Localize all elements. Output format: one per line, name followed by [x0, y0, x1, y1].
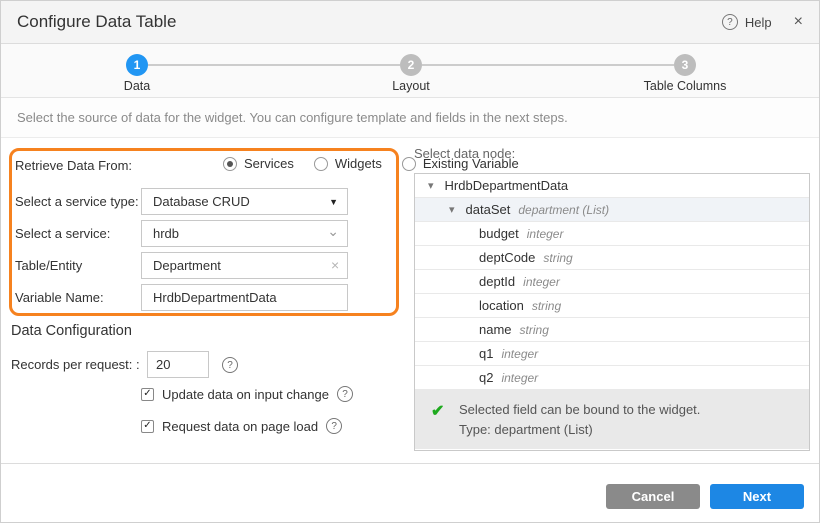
stepper-connector-1 [148, 64, 400, 66]
request-data-checkbox-row: ✓ Request data on page load ? [141, 418, 342, 434]
field-name: location [479, 298, 524, 313]
field-name: deptId [479, 274, 515, 289]
tree-node-field[interactable]: q2 integer [415, 366, 809, 390]
step-2-circle[interactable]: 2 [400, 54, 422, 76]
service-value: hrdb [153, 226, 179, 241]
close-icon[interactable]: × [794, 14, 803, 30]
tree-root-label: HrdbDepartmentData [445, 178, 569, 193]
radio-widgets-icon[interactable] [314, 157, 328, 171]
field-type: integer [523, 275, 560, 289]
wizard-stepper: 1 2 3 Data Layout Table Columns [1, 44, 819, 98]
tree-node-field[interactable]: location string [415, 294, 809, 318]
tree-node-field[interactable]: name string [415, 318, 809, 342]
step-description: Select the source of data for the widget… [1, 98, 819, 138]
stepper-connector-2 [422, 64, 674, 66]
data-configuration-heading: Data Configuration [11, 323, 132, 339]
field-name: q2 [479, 370, 493, 385]
radio-services-icon[interactable] [223, 157, 237, 171]
title-bar: Configure Data Table ? Help × [1, 1, 819, 44]
request-data-label: Request data on page load [162, 419, 318, 434]
radio-widgets-label: Widgets [335, 156, 382, 171]
field-name: budget [479, 226, 519, 241]
tree-node-dataset[interactable]: ▾ dataSet department (List) [415, 198, 809, 222]
update-data-checkbox[interactable]: ✓ [141, 388, 154, 401]
help-icon: ? [722, 14, 738, 30]
select-data-node-heading: Select data node: [414, 146, 515, 161]
request-data-help-icon[interactable]: ? [326, 418, 342, 434]
service-type-value: Database CRUD [153, 194, 250, 209]
tree-dataset-type: department (List) [518, 203, 609, 217]
records-help-icon[interactable]: ? [222, 357, 238, 373]
step-2-label: Layout [341, 79, 481, 93]
field-name: q1 [479, 346, 493, 361]
records-per-request-input[interactable] [147, 351, 209, 378]
field-type: string [532, 299, 561, 313]
step-3-circle[interactable]: 3 [674, 54, 696, 76]
clear-icon[interactable]: × [331, 257, 339, 273]
field-name: name [479, 322, 512, 337]
caret-down-icon[interactable]: ▾ [449, 203, 455, 216]
variable-name-input[interactable] [141, 284, 348, 311]
service-select[interactable]: hrdb ⌄ [141, 220, 348, 247]
tree-node-field[interactable]: budget integer [415, 222, 809, 246]
table-entity-label: Table/Entity [15, 258, 82, 273]
help-label: Help [745, 15, 772, 30]
step-1-circle[interactable]: 1 [126, 54, 148, 76]
records-per-request-label: Records per request: : [11, 357, 140, 372]
chevron-down-icon: ⌄ [327, 223, 339, 240]
field-type: string [543, 251, 572, 265]
field-type: integer [501, 347, 538, 361]
configure-data-table-dialog: Configure Data Table ? Help × 1 2 3 Data… [0, 0, 820, 523]
caret-down-icon[interactable]: ▾ [428, 179, 434, 192]
binding-status-message: ✔ Selected field can be bound to the wid… [415, 390, 809, 449]
tree-node-field[interactable]: deptId integer [415, 270, 809, 294]
dialog-footer: Cancel Next [1, 463, 819, 522]
service-type-select[interactable]: Database CRUD ▼ [141, 188, 348, 215]
radio-widgets[interactable]: Widgets [314, 156, 382, 171]
request-data-checkbox[interactable]: ✓ [141, 420, 154, 433]
cancel-button[interactable]: Cancel [606, 484, 700, 509]
check-icon: ✔ [431, 402, 444, 422]
variable-name-label: Variable Name: [15, 290, 104, 305]
field-type: integer [501, 371, 538, 385]
field-type: integer [527, 227, 564, 241]
tree-node-field[interactable]: deptCode string [415, 246, 809, 270]
main-content: Retrieve Data From: Services Widgets Exi… [1, 138, 819, 463]
next-button[interactable]: Next [710, 484, 804, 509]
data-node-tree: ▾ HrdbDepartmentData ▾ dataSet departmen… [414, 173, 810, 451]
binding-message-line2: Type: department (List) [459, 420, 799, 440]
update-data-checkbox-row: ✓ Update data on input change ? [141, 386, 353, 402]
field-name: deptCode [479, 250, 535, 265]
help-button[interactable]: ? Help [722, 14, 772, 30]
retrieve-data-from-label: Retrieve Data From: [15, 158, 132, 173]
step-3-label: Table Columns [615, 79, 755, 93]
table-entity-input[interactable] [141, 252, 348, 279]
update-data-help-icon[interactable]: ? [337, 386, 353, 402]
radio-services-label: Services [244, 156, 294, 171]
dialog-title: Configure Data Table [17, 12, 722, 32]
update-data-label: Update data on input change [162, 387, 329, 402]
service-type-label: Select a service type: [15, 194, 139, 209]
tree-dataset-label: dataSet [466, 202, 511, 217]
tree-node-root[interactable]: ▾ HrdbDepartmentData [415, 174, 809, 198]
service-label: Select a service: [15, 226, 110, 241]
binding-message-line1: Selected field can be bound to the widge… [459, 400, 799, 420]
field-type: string [520, 323, 549, 337]
dropdown-arrow-icon: ▼ [329, 197, 338, 207]
tree-node-field[interactable]: q1 integer [415, 342, 809, 366]
step-1-label: Data [67, 79, 207, 93]
radio-services[interactable]: Services [223, 156, 294, 171]
